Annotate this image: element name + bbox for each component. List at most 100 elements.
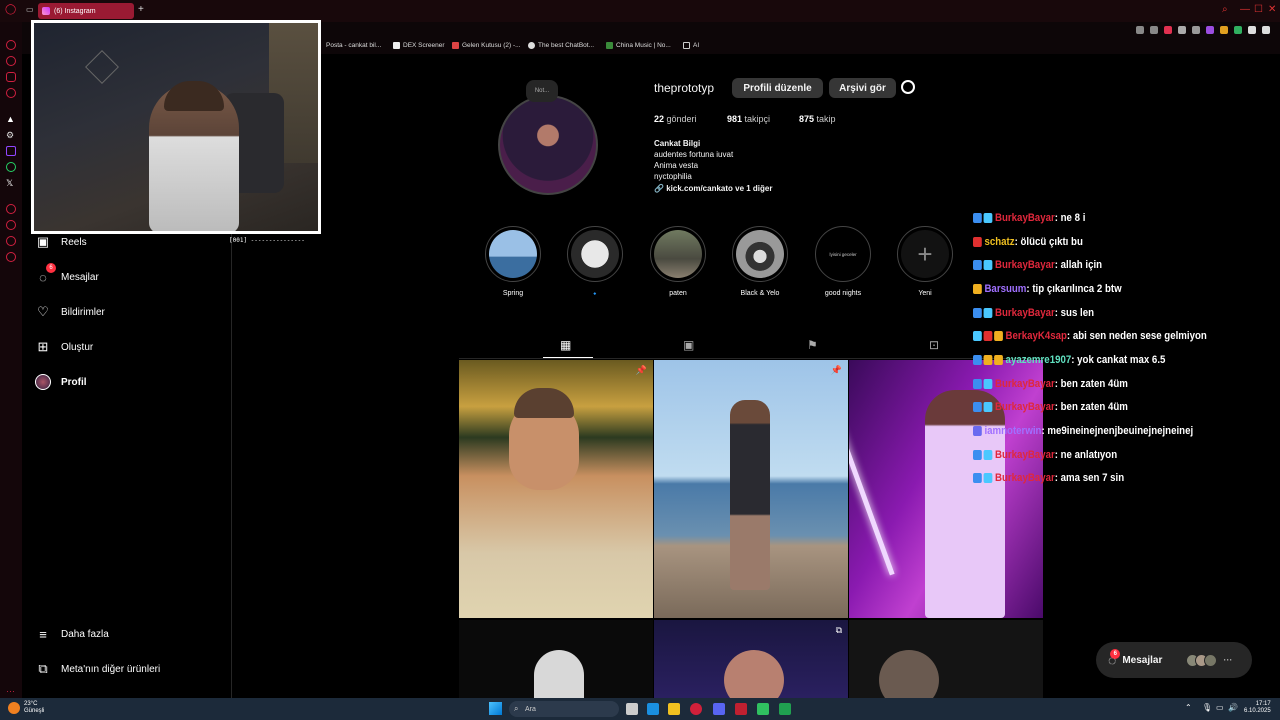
nav-item-meta[interactable]: ⧉ Meta'nın diğer ürünleri bbox=[35, 661, 160, 677]
aria-icon[interactable]: ▲ bbox=[6, 114, 15, 124]
post-thumbnail[interactable] bbox=[459, 620, 653, 698]
reels-icon[interactable]: ▣ bbox=[683, 338, 694, 352]
following-stat[interactable]: 875 takip bbox=[799, 114, 836, 124]
highlight-item[interactable]: paten bbox=[650, 226, 706, 297]
history-icon[interactable] bbox=[6, 236, 16, 246]
post-thumbnail[interactable]: 📌 bbox=[459, 360, 653, 618]
dex-icon bbox=[393, 42, 400, 49]
app-icon[interactable] bbox=[757, 703, 769, 715]
new-highlight-button[interactable]: + Yeni bbox=[897, 226, 953, 297]
nav-item-more[interactable]: ≡ Daha fazla bbox=[35, 626, 109, 642]
sidebar-app-icon[interactable] bbox=[6, 72, 16, 82]
history-icon[interactable] bbox=[6, 204, 16, 214]
bio-link[interactable]: 🔗 kick.com/cankato ve 1 diğer bbox=[654, 184, 772, 193]
close-button[interactable]: ✕ bbox=[1268, 4, 1276, 15]
edge-icon[interactable] bbox=[647, 703, 659, 715]
post-thumbnail[interactable] bbox=[849, 620, 1043, 698]
bookmark-item[interactable]: The best ChatBot... bbox=[528, 42, 594, 49]
messenger-icon: ◌ 6 bbox=[1108, 649, 1121, 668]
opera-logo-icon[interactable]: ◯ bbox=[5, 4, 16, 15]
extension-icon[interactable] bbox=[1136, 26, 1144, 34]
bookmark-item[interactable]: China Music | No... bbox=[606, 42, 671, 49]
whatsapp-icon[interactable] bbox=[6, 162, 16, 172]
app-icon[interactable] bbox=[735, 703, 747, 715]
grid-icon[interactable]: ▦ bbox=[560, 338, 571, 352]
followers-stat[interactable]: 981 takipçi bbox=[727, 114, 770, 124]
edit-profile-button[interactable]: Profili düzenle bbox=[732, 78, 823, 98]
microphone-icon[interactable]: 🎙 bbox=[1202, 703, 1212, 712]
chat-text: : sus len bbox=[1054, 306, 1094, 319]
chevron-up-icon[interactable]: ⌃ bbox=[1185, 703, 1192, 712]
bio-line: nyctophilia bbox=[654, 172, 692, 181]
clock[interactable]: 17:17 6.10.2025 bbox=[1244, 701, 1271, 715]
play-icon[interactable] bbox=[1178, 26, 1186, 34]
posts-stat: 22 gönderi bbox=[654, 114, 697, 124]
minimize-button[interactable]: — bbox=[1240, 4, 1250, 15]
extension-icon[interactable] bbox=[1206, 26, 1214, 34]
nav-item-reels[interactable]: ▣ Reels bbox=[35, 234, 87, 250]
app-icon[interactable] bbox=[779, 703, 791, 715]
note-bubble[interactable]: Not... bbox=[526, 80, 558, 102]
highlight-item[interactable]: İyisini geceler good nights bbox=[815, 226, 871, 297]
extension-icon[interactable] bbox=[1150, 26, 1158, 34]
chat-badge-icon bbox=[983, 402, 993, 413]
nav-item-messages[interactable]: ◌ 6 Mesajlar bbox=[35, 263, 99, 285]
search-tabs-icon[interactable]: ⌕ bbox=[1222, 4, 1228, 15]
maximize-button[interactable]: ☐ bbox=[1254, 4, 1263, 15]
messages-label: Mesajlar bbox=[1122, 654, 1163, 666]
bookmark-item[interactable]: DEX Screener bbox=[393, 42, 445, 49]
settings-icon[interactable]: ⚙ bbox=[6, 130, 14, 141]
search-icon: ⌕ bbox=[514, 704, 519, 713]
download-icon[interactable] bbox=[1248, 26, 1256, 34]
post-thumbnail[interactable]: ⧉ bbox=[654, 620, 848, 698]
menu-icon[interactable] bbox=[1262, 26, 1270, 34]
discord-icon[interactable] bbox=[713, 703, 725, 715]
weather-widget[interactable]: 23°C Güneşli bbox=[24, 701, 44, 715]
chat-text: : ne anlatıyon bbox=[1054, 448, 1118, 461]
highlight-item[interactable]: 🔹 bbox=[567, 226, 623, 298]
nav-item-profile[interactable]: Profil bbox=[35, 374, 87, 390]
heart-icon[interactable] bbox=[1192, 26, 1200, 34]
sidebar-app-icon[interactable] bbox=[6, 40, 16, 50]
nav-item-create[interactable]: ⊞ Oluştur bbox=[35, 339, 94, 355]
more-icon[interactable]: ··· bbox=[6, 686, 15, 696]
x-icon[interactable]: 𝕏 bbox=[6, 178, 13, 189]
profile-avatar[interactable] bbox=[498, 95, 598, 195]
bio-line: Anima vesta bbox=[654, 161, 699, 170]
messages-pill[interactable]: ◌ 6 Mesajlar ··· bbox=[1096, 642, 1252, 678]
sidebar-app-icon[interactable] bbox=[6, 56, 16, 66]
highlight-item[interactable]: Spring bbox=[485, 226, 541, 297]
extension-icon[interactable] bbox=[1234, 26, 1242, 34]
browser-tab-instagram[interactable]: (6) Instagram bbox=[38, 3, 134, 19]
extension-icon[interactable] bbox=[1220, 26, 1228, 34]
post-thumbnail[interactable]: 📌 bbox=[654, 360, 848, 618]
bookmark-item[interactable]: Posta - cankat bil... bbox=[326, 42, 381, 49]
bookmark-folder[interactable]: AI bbox=[683, 42, 699, 49]
weather-icon[interactable] bbox=[8, 702, 20, 714]
twitch-icon[interactable] bbox=[6, 146, 16, 156]
tab-menu-icon[interactable]: ▭ bbox=[26, 5, 34, 14]
extension-icon[interactable] bbox=[1164, 26, 1172, 34]
windows-start-icon[interactable] bbox=[489, 702, 502, 715]
view-archive-button[interactable]: Arşivi gör bbox=[829, 78, 896, 98]
history-icon[interactable] bbox=[6, 220, 16, 230]
gear-icon[interactable] bbox=[901, 80, 915, 94]
settings-icon[interactable] bbox=[6, 252, 16, 262]
network-icon[interactable]: ▭ bbox=[1216, 703, 1224, 712]
bookmark-item[interactable]: Gelen Kutusu (2) -... bbox=[452, 42, 521, 49]
taskbar-search[interactable]: ⌕ Ara bbox=[509, 701, 619, 717]
nav-label: Mesajlar bbox=[61, 271, 99, 283]
volume-icon[interactable]: 🔊 bbox=[1228, 703, 1238, 712]
chat-badges bbox=[973, 426, 982, 437]
bookmark-icon[interactable]: ⚑ bbox=[807, 338, 818, 352]
tagged-icon[interactable]: ⊡ bbox=[929, 338, 939, 352]
nav-item-notifications[interactable]: ♡ Bildirimler bbox=[35, 304, 105, 320]
task-view-icon[interactable] bbox=[626, 703, 638, 715]
profile-name: Cankat Bilgi bbox=[654, 139, 701, 148]
sidebar-app-icon[interactable] bbox=[6, 88, 16, 98]
chat-badge-icon bbox=[973, 426, 982, 437]
new-tab-button[interactable]: + bbox=[138, 4, 144, 15]
opera-icon[interactable] bbox=[690, 703, 702, 715]
highlight-item[interactable]: Black & Yelo bbox=[732, 226, 788, 297]
file-explorer-icon[interactable] bbox=[668, 703, 680, 715]
